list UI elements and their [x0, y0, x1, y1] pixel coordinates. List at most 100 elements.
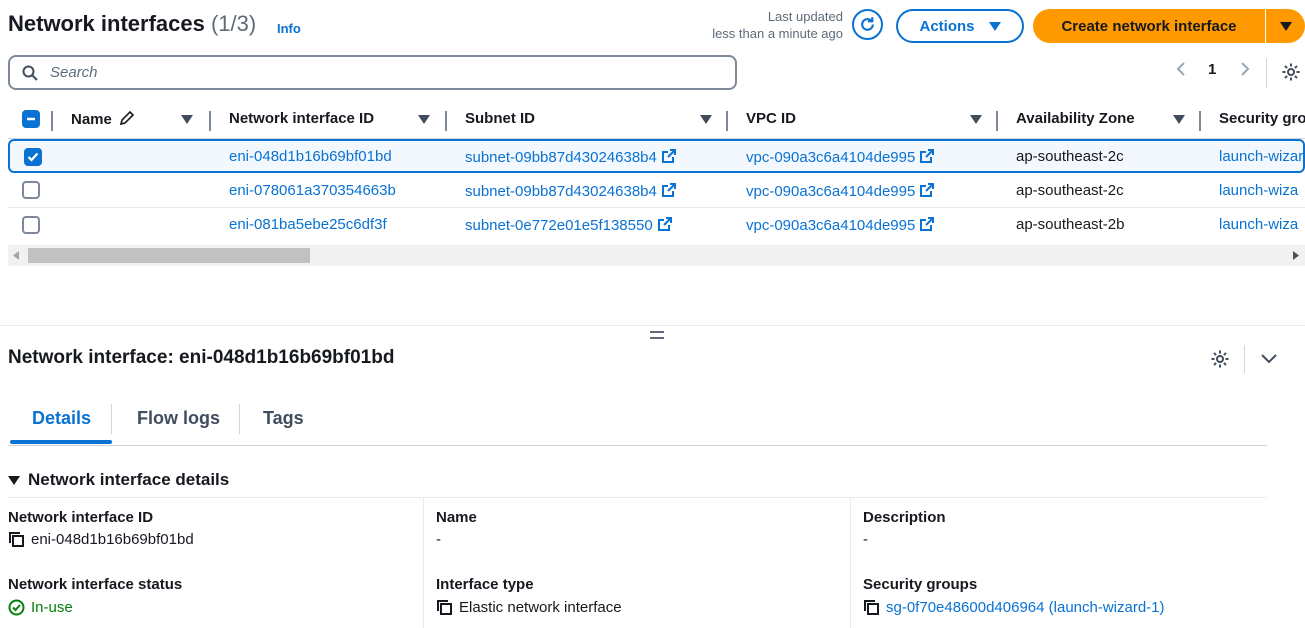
panel-settings-button[interactable] [1210, 349, 1230, 373]
active-tab-indicator [10, 440, 112, 444]
column-divider [423, 498, 424, 628]
search-box[interactable] [8, 55, 737, 90]
search-input[interactable] [48, 63, 652, 82]
tab-separator [111, 404, 112, 434]
copy-icon[interactable] [436, 599, 453, 616]
description-label: Description [863, 509, 946, 526]
caret-down-icon [8, 475, 20, 485]
column-header-az[interactable]: Availability Zone [1016, 110, 1135, 127]
interface-type-label: Interface type [436, 576, 534, 593]
section-title: Network interface details [28, 470, 230, 489]
scroll-right-icon[interactable] [1293, 251, 1299, 260]
resize-handle[interactable] [650, 331, 664, 343]
table-row[interactable]: eni-048d1b16b69bf01bd subnet-09bb87d4302… [8, 139, 1305, 173]
row-checkbox[interactable] [22, 216, 40, 234]
caret-down-icon [988, 21, 1001, 31]
sort-icon[interactable] [700, 115, 712, 124]
success-check-icon [8, 599, 25, 616]
last-updated-label: Last updated [767, 9, 843, 24]
status-value: In-use [8, 599, 73, 616]
external-link-icon [920, 183, 935, 197]
next-page-button[interactable] [1240, 61, 1250, 77]
table-row[interactable]: eni-081ba5ebe25c6df3f subnet-0e772e01e5f… [8, 208, 1305, 242]
vpc-link-text: vpc-090a3c6a4104de995 [746, 183, 916, 200]
horizontal-scrollbar[interactable] [8, 245, 1305, 266]
tab-flow-logs[interactable]: Flow logs [137, 408, 220, 429]
detail-tabs: Details Flow logs Tags [8, 398, 1267, 446]
create-dropdown-button[interactable] [1266, 9, 1305, 43]
vpc-link[interactable]: vpc-090a3c6a4104de995 [746, 182, 935, 200]
eni-link[interactable]: eni-081ba5ebe25c6df3f [229, 216, 387, 233]
page-number[interactable]: 1 [1208, 61, 1216, 78]
pager-divider [1266, 58, 1267, 88]
security-group-link[interactable]: launch-wizar [1219, 148, 1303, 165]
refresh-button[interactable] [852, 9, 883, 40]
page-title-text: Network interfaces [8, 11, 205, 36]
subnet-link[interactable]: subnet-09bb87d43024638b4 [465, 182, 677, 200]
security-group-link[interactable]: launch-wiza [1219, 182, 1298, 199]
az-cell: ap-southeast-2b [1016, 216, 1125, 233]
actions-button[interactable]: Actions [896, 9, 1024, 43]
table-row[interactable]: eni-078061a370354663b subnet-09bb87d4302… [8, 173, 1305, 207]
check-icon [27, 152, 39, 162]
search-icon [22, 65, 38, 81]
row-checkbox[interactable] [24, 148, 42, 166]
external-link-icon [920, 149, 935, 163]
subnet-link-text: subnet-09bb87d43024638b4 [465, 149, 657, 166]
column-header-subnet[interactable]: Subnet ID [465, 110, 535, 127]
sort-icon[interactable] [181, 115, 193, 124]
sort-icon[interactable] [970, 115, 982, 124]
copy-icon[interactable] [863, 599, 880, 616]
column-separator [726, 111, 728, 131]
row-checkbox[interactable] [22, 181, 40, 199]
sort-icon[interactable] [418, 115, 430, 124]
prev-page-button[interactable] [1176, 61, 1186, 77]
selection-count: (1/3) [210, 11, 257, 36]
subnet-link[interactable]: subnet-0e772e01e5f138550 [465, 216, 673, 234]
pencil-icon [119, 110, 135, 126]
scrollbar-thumb[interactable] [28, 248, 310, 263]
status-text: In-use [31, 599, 73, 616]
external-link-icon [661, 183, 676, 197]
caret-down-icon [1279, 21, 1292, 31]
vpc-link[interactable]: vpc-090a3c6a4104de995 [746, 216, 935, 234]
tab-tags[interactable]: Tags [263, 408, 304, 429]
status-label: Network interface status [8, 576, 183, 593]
name-value: - [436, 531, 441, 548]
vpc-link-text: vpc-090a3c6a4104de995 [746, 217, 916, 234]
chevron-left-icon [1176, 62, 1185, 76]
copy-icon[interactable] [8, 531, 25, 548]
column-header-vpc[interactable]: VPC ID [746, 110, 796, 127]
table-header: Name Network interface ID Subnet ID VPC … [0, 100, 1305, 138]
section-toggle[interactable]: Network interface details [8, 470, 229, 490]
info-link[interactable]: Info [277, 21, 301, 36]
security-group-link[interactable]: launch-wiza [1219, 216, 1298, 233]
column-divider [850, 498, 851, 628]
vpc-link[interactable]: vpc-090a3c6a4104de995 [746, 148, 935, 166]
sort-icon[interactable] [1173, 115, 1185, 124]
gear-icon [1282, 63, 1300, 81]
name-label: Name [436, 509, 477, 526]
az-cell: ap-southeast-2c [1016, 182, 1124, 199]
subnet-link-text: subnet-0e772e01e5f138550 [465, 217, 653, 234]
scroll-left-icon[interactable] [13, 251, 19, 260]
actions-label: Actions [919, 17, 975, 35]
create-label: Create network interface [1061, 17, 1237, 35]
column-header-eni[interactable]: Network interface ID [229, 110, 374, 127]
select-all-checkbox[interactable] [22, 110, 40, 128]
create-network-interface-button[interactable]: Create network interface [1033, 9, 1265, 43]
eni-link[interactable]: eni-048d1b16b69bf01bd [229, 148, 392, 165]
subnet-link[interactable]: subnet-09bb87d43024638b4 [465, 148, 677, 166]
last-updated: Last updated less than a minute ago [712, 8, 843, 42]
eni-link[interactable]: eni-078061a370354663b [229, 182, 396, 199]
collapse-panel-button[interactable] [1260, 352, 1278, 369]
column-separator [1199, 111, 1201, 131]
column-header-security-group[interactable]: Security gro [1219, 110, 1305, 127]
tab-details[interactable]: Details [32, 408, 91, 429]
column-header-name[interactable]: Name [71, 110, 135, 128]
eni-id-value: eni-048d1b16b69bf01bd [8, 531, 194, 548]
table-settings-button[interactable] [1281, 62, 1301, 86]
security-group-link[interactable]: sg-0f70e48600d406964 (launch-wizard-1) [886, 599, 1165, 616]
column-separator [996, 111, 998, 131]
interface-type-text: Elastic network interface [459, 599, 622, 616]
